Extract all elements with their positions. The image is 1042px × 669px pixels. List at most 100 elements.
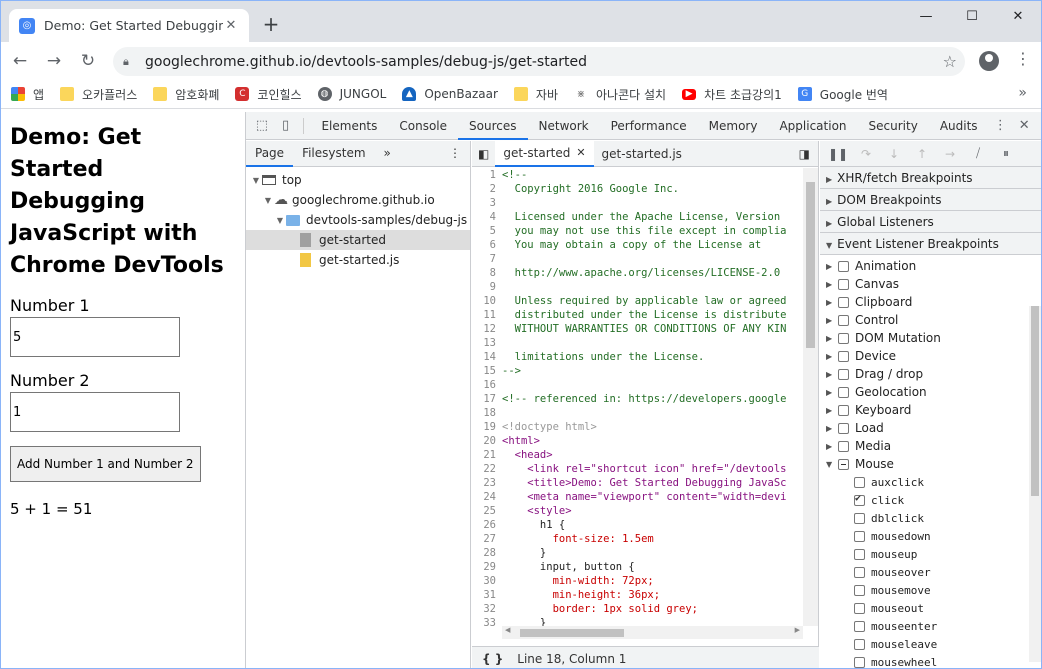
event-category[interactable]: ▶ Clipboard bbox=[820, 293, 1041, 311]
code-line[interactable]: 25 <style> bbox=[472, 504, 803, 518]
event-checkbox[interactable] bbox=[854, 602, 865, 614]
code-line[interactable]: 26 h1 { bbox=[472, 518, 803, 532]
line-number[interactable]: 22 bbox=[472, 462, 502, 476]
close-window-icon[interactable]: ✕ bbox=[995, 1, 1041, 31]
event-item[interactable]: mouseenter bbox=[820, 617, 1041, 635]
toggle-debugger-icon[interactable]: ◨ bbox=[791, 141, 818, 167]
bookmark-link[interactable]: ◍ JUNGOL bbox=[317, 87, 386, 101]
line-number[interactable]: 18 bbox=[472, 406, 502, 420]
line-number[interactable]: 1 bbox=[472, 168, 502, 182]
editor-tab-get-started[interactable]: get-started ✕ bbox=[495, 140, 594, 167]
event-category[interactable]: ▶ Animation bbox=[820, 257, 1041, 275]
code-line[interactable]: 19 <!doctype html> bbox=[472, 420, 803, 434]
category-checkbox[interactable] bbox=[838, 278, 849, 290]
tab-filesystem[interactable]: Filesystem bbox=[293, 141, 374, 167]
category-checkbox[interactable] bbox=[838, 368, 849, 380]
event-item[interactable]: mousewheel bbox=[820, 653, 1041, 668]
event-category[interactable]: ▶ Geolocation bbox=[820, 383, 1041, 401]
category-checkbox[interactable] bbox=[838, 404, 849, 416]
scroll-thumb[interactable] bbox=[1031, 306, 1039, 496]
deactivate-breakpoints-icon[interactable]: ⧸ bbox=[964, 146, 992, 161]
line-number[interactable]: 3 bbox=[472, 196, 502, 210]
code-line[interactable]: 2 Copyright 2016 Google Inc. bbox=[472, 182, 803, 196]
line-number[interactable]: 6 bbox=[472, 238, 502, 252]
event-item[interactable]: mouseup bbox=[820, 545, 1041, 563]
event-checkbox[interactable] bbox=[854, 548, 865, 560]
code-line[interactable]: 28 } bbox=[472, 546, 803, 560]
category-checkbox[interactable] bbox=[838, 314, 849, 326]
event-category[interactable]: ▶ Control bbox=[820, 311, 1041, 329]
event-category[interactable]: ▶ Keyboard bbox=[820, 401, 1041, 419]
menu-kebab-icon[interactable]: ⋮ bbox=[1015, 49, 1031, 71]
code-line[interactable]: 24 <meta name="viewport" content="width=… bbox=[472, 490, 803, 504]
editor-vertical-scrollbar[interactable] bbox=[803, 168, 818, 626]
event-category[interactable]: ▶ Canvas bbox=[820, 275, 1041, 293]
tab-close-icon[interactable]: ✕ bbox=[223, 18, 239, 34]
reload-icon[interactable]: ↻ bbox=[73, 46, 103, 76]
bookmark-apps[interactable]: 앱 bbox=[11, 86, 44, 103]
category-checkbox[interactable] bbox=[838, 332, 849, 344]
line-number[interactable]: 30 bbox=[472, 574, 502, 588]
code-line[interactable]: 22 <link rel="shortcut icon" href="/devt… bbox=[472, 462, 803, 476]
code-line[interactable]: 27 font-size: 1.5em bbox=[472, 532, 803, 546]
section-global-listeners[interactable]: ▶ Global Listeners bbox=[820, 211, 1041, 233]
devtools-close-icon[interactable]: ✕ bbox=[1012, 114, 1036, 138]
navigator-menu-icon[interactable]: ⋮ bbox=[440, 141, 470, 167]
editor-horizontal-scrollbar[interactable]: ◀ ▶ bbox=[502, 626, 803, 639]
code-line[interactable]: 23 <title>Demo: Get Started Debugging Ja… bbox=[472, 476, 803, 490]
event-item[interactable]: mouseleave bbox=[820, 635, 1041, 653]
category-checkbox[interactable] bbox=[838, 296, 849, 308]
new-tab-icon[interactable]: + bbox=[260, 13, 282, 35]
scroll-thumb[interactable] bbox=[806, 182, 815, 348]
section-dom-breakpoints[interactable]: ▶ DOM Breakpoints bbox=[820, 189, 1041, 211]
line-number[interactable]: 9 bbox=[472, 280, 502, 294]
line-number[interactable]: 31 bbox=[472, 588, 502, 602]
line-number[interactable]: 12 bbox=[472, 322, 502, 336]
line-number[interactable]: 13 bbox=[472, 336, 502, 350]
event-checkbox[interactable] bbox=[854, 512, 865, 524]
pause-icon[interactable]: ❚❚ bbox=[824, 147, 852, 161]
line-number[interactable]: 15 bbox=[472, 364, 502, 378]
tab-sources[interactable]: Sources bbox=[458, 112, 528, 140]
address-bar[interactable]: 🔒︎ googlechrome.github.io/devtools-sampl… bbox=[113, 47, 965, 76]
code-line[interactable]: 10 Unless required by applicable law or … bbox=[472, 294, 803, 308]
event-category[interactable]: ▶ Media bbox=[820, 437, 1041, 455]
event-category[interactable]: ▼ Mouse bbox=[820, 455, 1041, 473]
event-checkbox[interactable] bbox=[854, 530, 865, 542]
bookmark-folder[interactable]: 자바 bbox=[513, 86, 558, 103]
code-line[interactable]: 13 bbox=[472, 336, 803, 350]
bookmark-folder[interactable]: 암호화폐 bbox=[153, 86, 219, 103]
code-line[interactable]: 7 bbox=[472, 252, 803, 266]
line-number[interactable]: 27 bbox=[472, 532, 502, 546]
line-number[interactable]: 33 bbox=[472, 616, 502, 626]
code-line[interactable]: 6 You may obtain a copy of the License a… bbox=[472, 238, 803, 252]
event-checkbox[interactable] bbox=[854, 493, 865, 506]
device-toolbar-icon[interactable]: ▯ bbox=[274, 114, 298, 138]
line-number[interactable]: 19 bbox=[472, 420, 502, 434]
code-line[interactable]: 11 distributed under the License is dist… bbox=[472, 308, 803, 322]
scroll-thumb[interactable] bbox=[520, 629, 624, 637]
number1-input[interactable] bbox=[10, 317, 180, 357]
line-number[interactable]: 14 bbox=[472, 350, 502, 364]
tree-item-file-selected[interactable]: get-started bbox=[246, 230, 470, 250]
event-checkbox[interactable] bbox=[854, 584, 865, 596]
profile-avatar-icon[interactable] bbox=[979, 51, 999, 71]
event-item[interactable]: dblclick bbox=[820, 509, 1041, 527]
line-number[interactable]: 2 bbox=[472, 182, 502, 196]
line-number[interactable]: 11 bbox=[472, 308, 502, 322]
category-checkbox[interactable] bbox=[838, 260, 849, 272]
tab-elements[interactable]: Elements bbox=[310, 112, 388, 140]
tab-performance[interactable]: Performance bbox=[600, 112, 698, 140]
browser-tab[interactable]: ◎ Demo: Get Started Debugging J ✕ bbox=[9, 9, 249, 42]
code-line[interactable]: 12 WITHOUT WARRANTIES OR CONDITIONS OF A… bbox=[472, 322, 803, 336]
event-item[interactable]: click bbox=[820, 491, 1041, 509]
devtools-menu-icon[interactable]: ⋮ bbox=[989, 114, 1013, 138]
code-area[interactable]: 1 <!-- 2 Copyright 2016 Google Inc. 3 4 Lice… bbox=[472, 168, 803, 626]
section-event-listener-breakpoints[interactable]: ▼ Event Listener Breakpoints bbox=[820, 233, 1041, 255]
event-checkbox[interactable] bbox=[854, 638, 865, 650]
step-into-icon[interactable]: ↓ bbox=[880, 147, 908, 161]
code-line[interactable]: 3 bbox=[472, 196, 803, 210]
code-line[interactable]: 32 border: 1px solid grey; bbox=[472, 602, 803, 616]
event-category[interactable]: ▶ DOM Mutation bbox=[820, 329, 1041, 347]
code-line[interactable]: 29 input, button { bbox=[472, 560, 803, 574]
